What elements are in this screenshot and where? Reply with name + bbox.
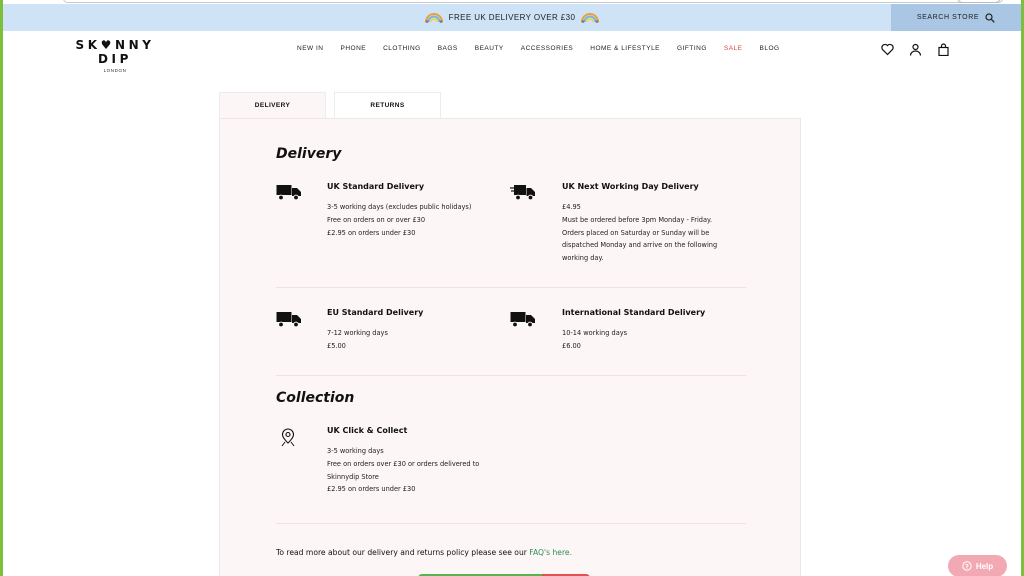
announcement-bar: FREE UK DELIVERY OVER £30 [3, 4, 1021, 31]
collection-heading: Collection [276, 390, 355, 406]
eu-standard-details: 7-12 working days £5.00 [327, 327, 388, 353]
click-collect-details: 3-5 working days Free on orders over £30… [327, 445, 479, 496]
eu-standard-title: EU Standard Delivery [327, 308, 424, 317]
search-store-label: SEARCH STORE [916, 14, 980, 21]
logo-wordmark: SK♥NNY DIP [75, 38, 155, 66]
uk-next-day-line: Must be ordered before 3pm Monday - Frid… [562, 215, 713, 224]
international-title: International Standard Delivery [562, 308, 706, 317]
uk-next-day-line: Orders placed on Saturday or Sunday will… [562, 228, 710, 237]
policy-note-text: To read more about our delivery and retu… [276, 548, 530, 557]
tab-delivery[interactable]: DELIVERY [219, 92, 326, 118]
nav-item-clothing[interactable]: CLOTHING [383, 45, 421, 52]
nav-item-blog[interactable]: BLOG [760, 45, 780, 52]
delivery-truck-icon [510, 312, 535, 328]
policy-note: To read more about our delivery and retu… [276, 548, 572, 557]
click-collect-title: UK Click & Collect [327, 426, 408, 435]
uk-next-day-details: £4.95 Must be ordered before 3pm Monday … [562, 201, 717, 265]
uk-next-day-line: £4.95 [562, 203, 581, 211]
info-tabs: DELIVERY RETURNS [219, 92, 441, 118]
nav-item-gifting[interactable]: GIFTING [677, 45, 707, 52]
rainbow-icon [424, 13, 443, 23]
svg-text:?: ? [965, 562, 969, 570]
delivery-truck-icon [276, 185, 301, 201]
delivery-heading: Delivery [276, 146, 342, 162]
section-divider [276, 523, 746, 524]
international-details: 10-14 working days £6.00 [562, 327, 627, 353]
logo-subtitle: LONDON [103, 68, 127, 73]
nav-item-new-in[interactable]: NEW IN [297, 45, 323, 52]
nav-item-accessories[interactable]: ACCESSORIES [521, 45, 573, 52]
site-logo[interactable]: SK♥NNY DIP LONDON [65, 38, 165, 73]
uk-standard-title: UK Standard Delivery [327, 182, 425, 191]
map-pin-icon [281, 428, 295, 447]
help-label: Help [975, 561, 994, 571]
tab-returns[interactable]: RETURNS [334, 92, 441, 118]
announcement-text: FREE UK DELIVERY OVER £30 [448, 13, 576, 22]
account-icon[interactable] [909, 43, 923, 57]
faq-link[interactable]: FAQ's here. [529, 548, 572, 557]
uk-standard-line: £2.95 on orders under £30 [327, 228, 416, 237]
international-line: 10-14 working days [562, 329, 628, 337]
section-divider [276, 375, 746, 376]
uk-next-day-line: dispatched Monday and arrive on the foll… [562, 241, 718, 250]
click-collect-line: 3-5 working days [327, 447, 384, 455]
international-line: £6.00 [562, 341, 581, 350]
nav-item-home-lifestyle[interactable]: HOME & LIFESTYLE [590, 45, 660, 52]
delivery-truck-icon [276, 312, 301, 328]
section-divider [276, 287, 746, 288]
uk-standard-line: 3-5 working days (excludes public holida… [327, 203, 472, 211]
click-collect-line: £2.95 on orders under £30 [327, 485, 416, 494]
header-icons [881, 43, 951, 57]
eu-standard-line: £5.00 [327, 341, 346, 350]
browser-search-field[interactable] [63, 0, 1003, 3]
site-header: SK♥NNY DIP LONDON NEW IN PHONE CLOTHING … [3, 31, 1021, 73]
click-collect-line: Skinnydip Store [327, 472, 379, 481]
fast-delivery-truck-icon [510, 185, 535, 201]
nav-item-phone[interactable]: PHONE [340, 45, 366, 52]
question-circle-icon: ? [962, 561, 972, 571]
nav-item-sale[interactable]: SALE [724, 45, 743, 52]
click-collect-line: Free on orders over £30 or orders delive… [327, 459, 480, 468]
uk-next-day-line: working day. [562, 254, 604, 263]
search-icon [985, 12, 995, 23]
delivery-panel: Delivery UK Standard Delivery 3-5 workin… [219, 118, 801, 576]
browser-search-button[interactable] [957, 0, 1001, 3]
search-store-button[interactable]: SEARCH STORE [891, 4, 1021, 31]
nav-item-beauty[interactable]: BEAUTY [475, 45, 504, 52]
uk-standard-line: Free on orders on or over £30 [327, 215, 426, 224]
main-nav: NEW IN PHONE CLOTHING BAGS BEAUTY ACCESS… [297, 45, 797, 52]
uk-next-day-title: UK Next Working Day Delivery [562, 182, 699, 191]
bag-icon[interactable] [937, 43, 951, 57]
heart-icon[interactable] [881, 43, 895, 57]
eu-standard-line: 7-12 working days [327, 329, 388, 337]
help-button[interactable]: ? Help [948, 555, 1007, 576]
rainbow-icon [581, 13, 600, 23]
uk-standard-details: 3-5 working days (excludes public holida… [327, 201, 471, 239]
nav-item-bags[interactable]: BAGS [438, 45, 458, 52]
